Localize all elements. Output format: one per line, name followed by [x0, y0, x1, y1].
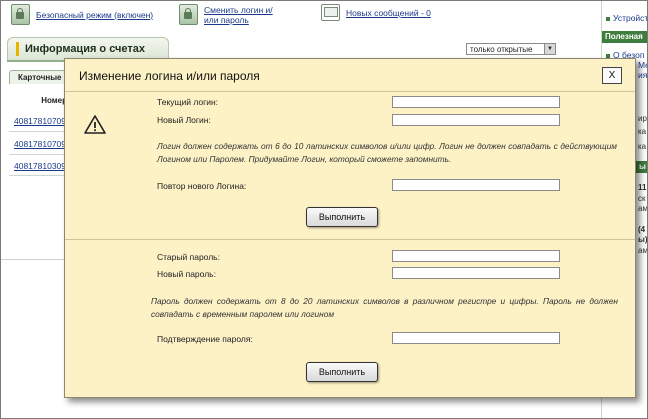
bullet-icon [606, 16, 610, 21]
account-link[interactable]: 40817810309 [14, 161, 66, 171]
right-link-fragment[interactable]: Med [638, 60, 647, 70]
right-text-fragment: ы) [638, 235, 648, 244]
account-link[interactable]: 40817810709 [14, 116, 66, 126]
change-login-line1: Сменить логин и/ [204, 4, 273, 15]
submit-login-button[interactable]: Выполнить [306, 207, 378, 227]
messages-link[interactable]: Новых сообщений - 0 [321, 4, 431, 21]
account-filter-select[interactable]: только открытые ▼ [466, 43, 556, 55]
tab-cards[interactable]: Карточные [9, 70, 69, 84]
padlock-icon [11, 4, 30, 25]
right-text-fragment: (4 [638, 225, 646, 234]
new-login-label: Новый Логин: [157, 115, 211, 125]
change-login-line2: или пароль [204, 14, 249, 25]
submit-password-button[interactable]: Выполнить [306, 362, 378, 382]
current-login-label: Текущий логин: [157, 97, 219, 107]
column-header-number: Номер [41, 96, 67, 105]
warning-triangle-icon [84, 115, 106, 134]
change-credentials-dialog: Изменение логина и/или пароля X Текущий … [64, 58, 636, 398]
dialog-header: Изменение логина и/или пароля X [65, 59, 635, 92]
row-divider [9, 131, 69, 132]
right-text-fragment: ск [638, 194, 646, 203]
change-login-link[interactable]: Сменить логин и/ или пароль [179, 4, 273, 25]
right-text-fragment: 11 [638, 183, 647, 192]
dialog-divider [65, 239, 635, 240]
filter-value: только открытые [470, 45, 533, 54]
change-login-label[interactable]: Сменить логин и/ или пароль [204, 5, 273, 25]
right-text-fragment: ка [638, 142, 647, 151]
confirm-password-label: Подтверждение пароля: [157, 334, 253, 344]
old-password-label: Старый пароль: [157, 252, 220, 262]
top-bar: Безопасный режим (включен) Сменить логин… [1, 1, 601, 31]
current-login-input[interactable] [392, 96, 560, 108]
new-login-input[interactable] [392, 114, 560, 126]
browser-page: Безопасный режим (включен) Сменить логин… [0, 0, 648, 419]
right-text-fragment: ка [638, 127, 647, 136]
right-section-head: Полезная [602, 31, 647, 43]
safe-mode-link[interactable]: Безопасный режим (включен) [11, 4, 153, 25]
confirm-password-input[interactable] [392, 332, 560, 344]
right-text-fragment: ира [638, 114, 647, 123]
messages-label[interactable]: Новых сообщений - 0 [346, 8, 431, 18]
right-link-devices[interactable]: Устройст [606, 13, 648, 23]
account-link[interactable]: 40817810709 [14, 139, 66, 149]
row-divider [9, 154, 69, 155]
right-link-devices-label: Устройст [613, 13, 648, 23]
chevron-down-icon[interactable]: ▼ [544, 44, 555, 54]
safe-mode-label[interactable]: Безопасный режим (включен) [36, 10, 153, 20]
old-password-input[interactable] [392, 250, 560, 262]
envelope-icon [321, 4, 340, 21]
right-text-fragment: ам [638, 204, 648, 213]
padlock-icon [179, 4, 198, 25]
dialog-title: Изменение логина и/или пароля [79, 69, 260, 83]
section-title: Информация о счетах [25, 43, 146, 55]
new-password-label: Новый пароль: [157, 269, 216, 279]
password-hint: Пароль должен содержать от 8 до 20 латин… [151, 296, 618, 319]
login-hint: Логин должен содержать от 6 до 10 латинс… [157, 141, 617, 164]
right-text-fragment: ам [638, 246, 648, 255]
repeat-login-label: Повтор нового Логина: [157, 181, 247, 191]
row-divider [9, 175, 69, 176]
section-accent-bar [16, 42, 19, 56]
repeat-login-input[interactable] [392, 179, 560, 191]
close-button[interactable]: X [602, 67, 622, 84]
new-password-input[interactable] [392, 267, 560, 279]
right-link-fragment[interactable]: ия по [638, 70, 647, 80]
